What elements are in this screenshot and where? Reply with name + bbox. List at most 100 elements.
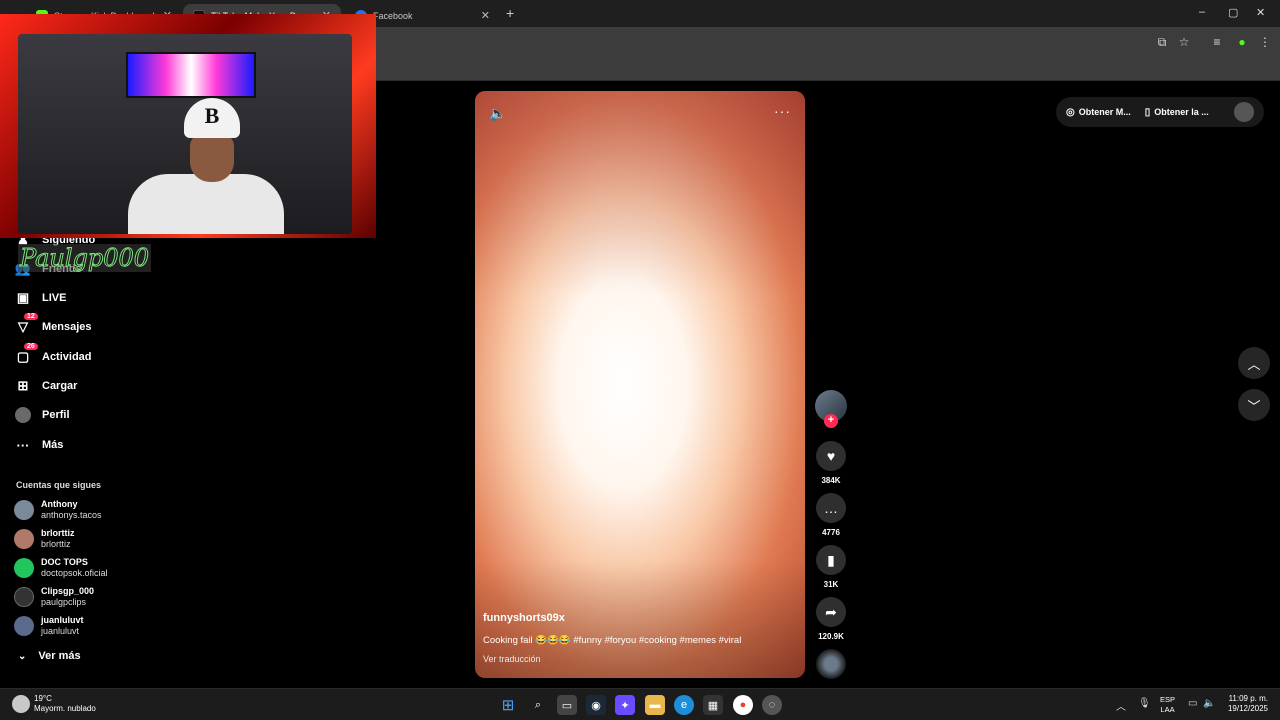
language-code: ESP (1160, 695, 1176, 704)
chevron-up-icon: ︿ (1247, 356, 1261, 372)
video-author[interactable]: funnyshorts09x (483, 612, 565, 624)
avatar[interactable] (1234, 102, 1254, 122)
followed-account[interactable]: juanluluvt juanluluvt (14, 613, 84, 639)
cloud-icon (12, 695, 30, 713)
show-hidden-icons-icon[interactable]: ︿ (1116, 698, 1126, 713)
live-icon: ▣ (16, 290, 30, 305)
activity-badge: 26 (24, 343, 38, 350)
follow-plus-icon[interactable]: + (824, 414, 838, 428)
sidebar-item-profile[interactable]: Perfil (14, 404, 70, 426)
account-handle: juanluluvt (41, 626, 80, 636)
steam-icon[interactable]: ◉ (586, 695, 606, 715)
video-player[interactable]: 🔈 ··· funnyshorts09x Cooking fail 😂😂😂 #f… (475, 91, 805, 678)
followed-account[interactable]: Anthony anthonys.tacos (14, 497, 102, 523)
get-app-button[interactable]: ▯ Obtener la ... (1145, 107, 1209, 118)
like-action[interactable]: ♥ 384K (816, 441, 846, 485)
obs-icon[interactable]: ◌ (762, 695, 782, 715)
avatar (14, 558, 34, 578)
weather-condition: Mayorm. nublado (34, 704, 96, 713)
see-more-button[interactable]: ⌄ Ver más (18, 650, 81, 662)
sidebar-item-label: Más (42, 439, 64, 451)
file-explorer-icon[interactable]: ▬ (645, 695, 665, 715)
sidebar-item-activity[interactable]: ▢ 26 Actividad (14, 343, 92, 368)
followed-account[interactable]: brlorttiz brlorttiz (14, 526, 75, 552)
sidebar-item-label: Perfil (42, 409, 70, 421)
search-icon[interactable]: ⌕ (528, 695, 548, 715)
bookmark-icon[interactable]: ▮ (816, 545, 846, 575)
share-icon[interactable]: ➦ (816, 597, 846, 627)
sidebar-item-upload[interactable]: ⊞ Cargar (14, 375, 78, 397)
comment-action[interactable]: … 4776 (816, 493, 846, 537)
browser-menu-icon[interactable]: ⋮ (1258, 35, 1272, 49)
previous-video-button[interactable]: ︿ (1238, 347, 1270, 379)
account-handle: anthonys.tacos (41, 510, 102, 520)
minimize-button[interactable]: – (1199, 6, 1205, 18)
webcam-feed: B (18, 34, 352, 234)
new-tab-button[interactable]: + (506, 5, 514, 21)
share-action[interactable]: ➦ 120.9K (816, 597, 846, 641)
streamer-hoodie (128, 174, 284, 234)
share-count: 120.9K (818, 632, 844, 641)
sidebar-item-live[interactable]: ▣ LIVE (14, 287, 67, 309)
music-disc-icon[interactable] (816, 649, 846, 679)
streamer-face (190, 134, 234, 182)
bookmark-star-icon[interactable]: ☆ (1177, 35, 1191, 49)
get-coins-button[interactable]: ◎ Obtener M... (1066, 107, 1131, 118)
edge-icon[interactable]: e (674, 695, 694, 715)
next-video-button[interactable]: ﹀ (1238, 389, 1270, 421)
volume-icon[interactable]: 🔈 (489, 105, 506, 122)
heart-icon[interactable]: ♥ (816, 441, 846, 471)
sidebar-item-label: Mensajes (42, 321, 92, 333)
sidebar-item-label: Cargar (42, 380, 78, 392)
coin-icon: ◎ (1066, 106, 1075, 118)
task-view-icon[interactable]: ▭ (557, 695, 577, 715)
get-app-label: Obtener la ... (1154, 107, 1209, 117)
sidebar-item-more[interactable]: ··· Más (14, 434, 64, 456)
close-icon[interactable]: ✕ (481, 9, 490, 22)
like-count: 384K (821, 476, 841, 485)
top-actions-bar: ◎ Obtener M... ▯ Obtener la ... (1056, 97, 1264, 127)
keyboard-layout: LAA (1160, 705, 1175, 714)
more-options-icon[interactable]: ··· (774, 103, 791, 119)
video-caption: Cooking fail 😂😂😂 #funny #foryou #cooking… (483, 635, 742, 646)
sidebar-item-label: Actividad (42, 351, 92, 363)
media-control-icon[interactable]: ≡ (1210, 35, 1224, 49)
webcam-overlay: B (0, 14, 376, 238)
save-count: 31K (823, 580, 839, 589)
followed-account[interactable]: DOC TOPS doctopsok.oficial (14, 555, 108, 581)
messages-badge: 12 (24, 313, 38, 320)
network-icon[interactable]: ▭ (1188, 698, 1197, 709)
install-app-icon[interactable]: ⧉ (1155, 35, 1169, 49)
video-gradient (475, 91, 805, 678)
clock-date: 19/12/2025 (1227, 704, 1268, 713)
phone-icon: ▯ (1144, 106, 1151, 118)
translate-link[interactable]: Ver traducción (483, 654, 541, 664)
maximize-button[interactable]: ▢ (1228, 6, 1238, 19)
sidebar-item-messages[interactable]: ▽ 12 Mensajes (14, 313, 92, 338)
account-handle: doctopsok.oficial (41, 568, 108, 578)
wall-poster (126, 52, 256, 98)
speaker-icon[interactable]: 🔈 (1203, 698, 1215, 709)
account-name: Clipsgp_000 (41, 586, 95, 596)
windows-start-icon[interactable]: ⊞ (498, 695, 518, 715)
avatar (14, 529, 34, 549)
copilot-icon[interactable]: ✦ (615, 695, 635, 715)
account-handle: brlorttiz (41, 539, 71, 549)
microphone-icon[interactable]: 🎙 (1138, 698, 1151, 709)
comment-icon[interactable]: … (816, 493, 846, 523)
save-action[interactable]: ▮ 31K (816, 545, 846, 589)
system-clock[interactable]: 11:09 p. m. 19/12/2025 (1220, 694, 1268, 714)
language-indicator[interactable]: ESP LAA (1160, 695, 1175, 715)
chevron-down-icon: ﹀ (1247, 398, 1261, 414)
followed-account[interactable]: Clipsgp_000 paulgpclips (14, 584, 94, 610)
comment-count: 4776 (822, 528, 840, 537)
profile-icon (14, 406, 32, 424)
get-coins-label: Obtener M... (1078, 107, 1131, 117)
account-name: Anthony (41, 499, 78, 509)
close-window-button[interactable]: ✕ (1256, 6, 1265, 19)
extension-icon[interactable]: ● (1235, 35, 1249, 49)
chrome-icon[interactable]: ● (733, 695, 753, 715)
weather-widget[interactable]: 19°C Mayorm. nublado (12, 694, 96, 714)
account-handle: paulgpclips (41, 597, 87, 607)
store-icon[interactable]: ▦ (703, 695, 723, 715)
